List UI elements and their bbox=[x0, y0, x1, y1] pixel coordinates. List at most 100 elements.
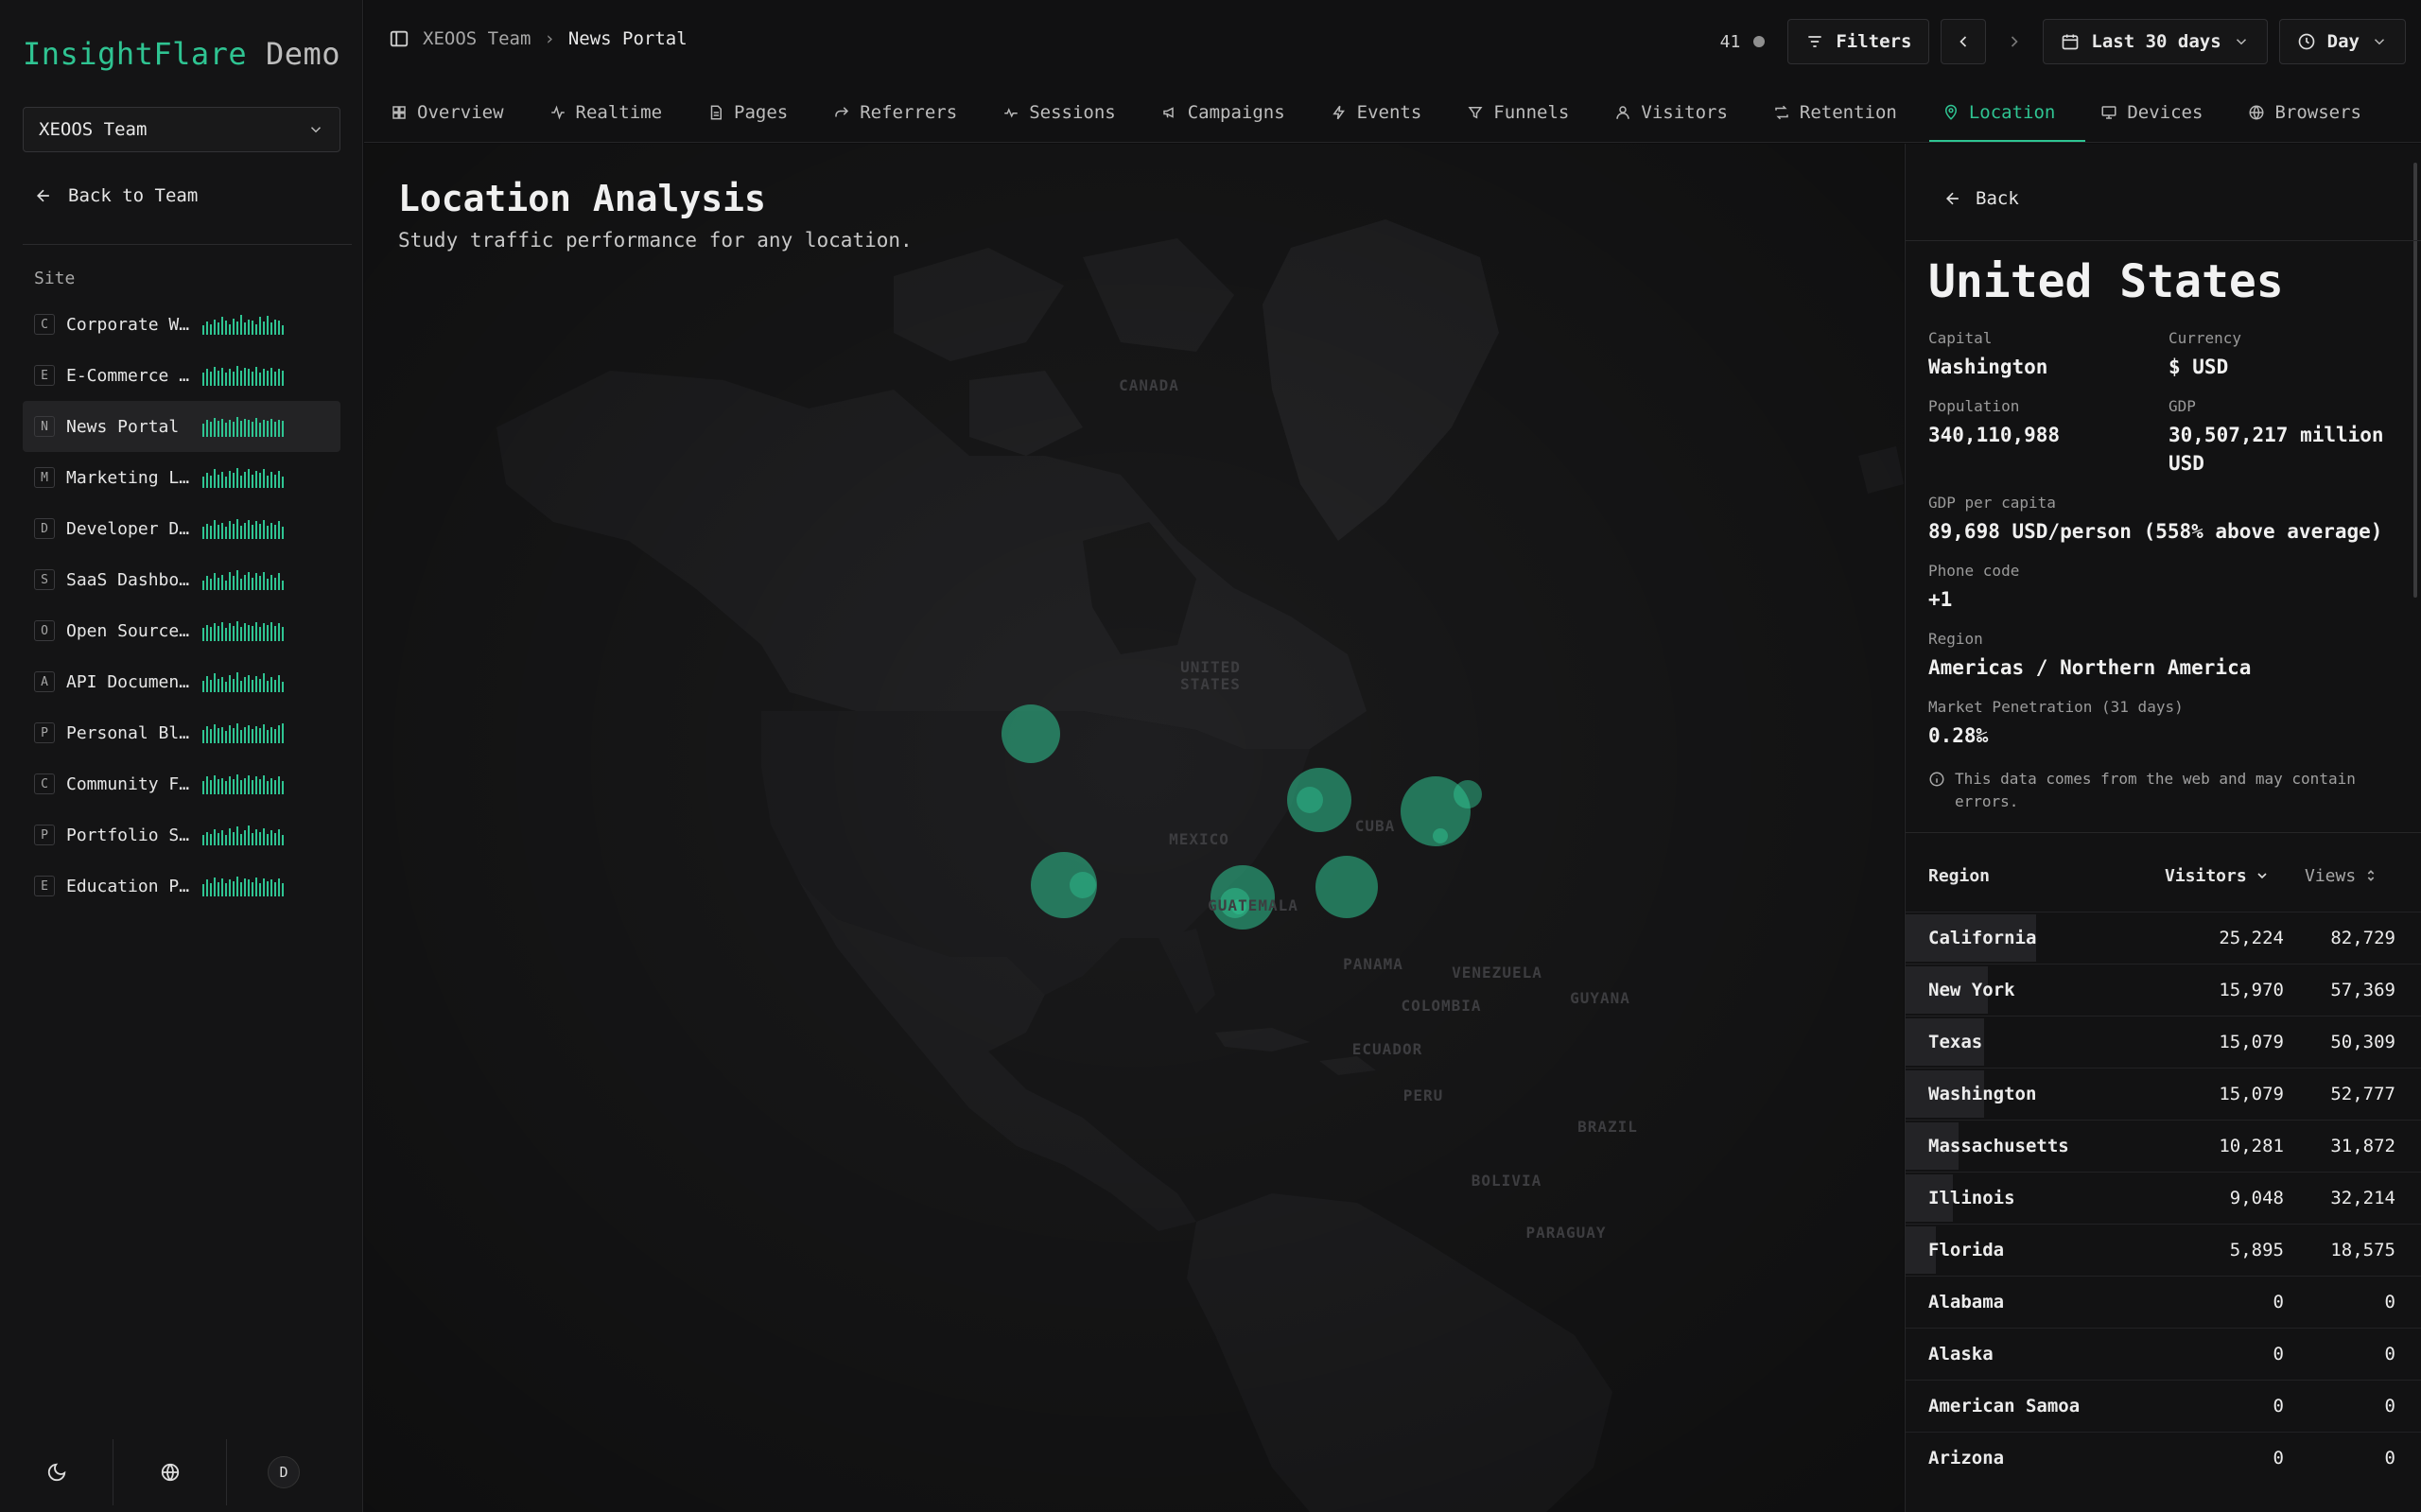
sparkline-bar bbox=[229, 572, 231, 590]
table-row[interactable]: Texas 15,079 50,309 bbox=[1906, 1016, 2421, 1068]
sparkline-bar bbox=[206, 625, 208, 641]
site-item[interactable]: P Personal Bl… bbox=[23, 707, 340, 758]
map-label: PANAMA bbox=[1343, 955, 1403, 973]
panel-scrollbar[interactable] bbox=[2413, 163, 2417, 598]
sparkline-bar bbox=[270, 322, 272, 335]
table-row[interactable]: Florida 5,895 18,575 bbox=[1906, 1224, 2421, 1276]
site-name: Portfolio S… bbox=[66, 825, 190, 845]
bubble-illinois-2[interactable] bbox=[1297, 787, 1323, 813]
col-visitors-sort[interactable]: Visitors bbox=[2165, 866, 2270, 886]
table-row[interactable]: Massachusetts 10,281 31,872 bbox=[1906, 1120, 2421, 1172]
next-period-button[interactable] bbox=[1997, 19, 2031, 64]
fact-region: Region Americas / Northern America bbox=[1928, 630, 2251, 682]
site-item[interactable]: D Developer D… bbox=[23, 503, 340, 554]
site-item[interactable]: S SaaS Dashbo… bbox=[23, 554, 340, 605]
bubble-florida[interactable] bbox=[1315, 856, 1378, 918]
site-item[interactable]: M Marketing L… bbox=[23, 452, 340, 503]
sidebar-divider bbox=[23, 244, 352, 245]
tab-location[interactable]: Location bbox=[1928, 83, 2085, 142]
table-row[interactable]: Illinois 9,048 32,214 bbox=[1906, 1172, 2421, 1224]
site-item[interactable]: P Portfolio S… bbox=[23, 809, 340, 860]
tab-browsers[interactable]: Browsers bbox=[2248, 83, 2382, 142]
sparkline-bar bbox=[225, 781, 227, 794]
language-button[interactable] bbox=[113, 1439, 227, 1505]
sparkline-bar bbox=[221, 727, 223, 743]
tab-retention[interactable]: Retention bbox=[1773, 83, 1918, 142]
user-menu-button[interactable]: D bbox=[227, 1439, 340, 1505]
region-name: Arizona bbox=[1928, 1448, 2005, 1469]
bubble-washington[interactable] bbox=[1001, 704, 1060, 763]
sparkline-bar bbox=[225, 835, 227, 845]
tab-funnels[interactable]: Funnels bbox=[1467, 83, 1590, 142]
sparkline-bar bbox=[240, 834, 242, 845]
site-item[interactable]: C Community F… bbox=[23, 758, 340, 809]
sparkline-bar bbox=[236, 672, 238, 692]
team-select[interactable]: XEOOS Team bbox=[23, 107, 340, 152]
site-sparkline bbox=[202, 467, 284, 488]
sparkline-bar bbox=[270, 830, 272, 845]
tab-devices[interactable]: Devices bbox=[2100, 83, 2223, 142]
tab-pages[interactable]: Pages bbox=[707, 83, 809, 142]
breadcrumb-team[interactable]: XEOOS Team bbox=[423, 28, 531, 49]
tab-overview[interactable]: Overview bbox=[391, 83, 525, 142]
region-name: Alaska bbox=[1928, 1344, 1994, 1364]
sparkline-bar bbox=[270, 778, 272, 794]
sparkline-bar bbox=[282, 723, 284, 743]
site-badge: O bbox=[34, 620, 55, 641]
site-item[interactable]: A API Documen… bbox=[23, 656, 340, 707]
sparkline-bar bbox=[236, 468, 238, 488]
sparkline-bar bbox=[252, 525, 253, 539]
map-label: BOLIVIA bbox=[1471, 1172, 1542, 1190]
tab-referrers[interactable]: Referrers bbox=[833, 83, 978, 142]
panel-back-button[interactable]: Back bbox=[1943, 188, 2019, 209]
brand-logo[interactable]: InsightFlare Demo bbox=[23, 36, 340, 72]
tab-realtime[interactable]: Realtime bbox=[549, 83, 684, 142]
sparkline-bar bbox=[225, 628, 227, 641]
site-name: Corporate W… bbox=[66, 314, 190, 335]
theme-toggle-button[interactable] bbox=[0, 1439, 113, 1505]
table-row[interactable]: Alaska 0 0 bbox=[1906, 1328, 2421, 1380]
sparkline-bar bbox=[210, 729, 212, 743]
table-row[interactable]: Washington 15,079 52,777 bbox=[1906, 1068, 2421, 1120]
sparkline-bar bbox=[278, 675, 280, 692]
site-badge: E bbox=[34, 876, 55, 896]
tab-sessions[interactable]: Sessions bbox=[1002, 83, 1137, 142]
table-row[interactable]: New York 15,970 57,369 bbox=[1906, 964, 2421, 1016]
sparkline-bar bbox=[270, 879, 272, 896]
site-item[interactable]: E Education P… bbox=[23, 860, 340, 912]
col-visitors-label: Visitors bbox=[2165, 865, 2247, 886]
map-area: CANADA UNITED STATES MEXICO CUBA GUATEMALA PA… bbox=[364, 144, 1904, 1512]
sidebar-toggle-icon[interactable] bbox=[389, 28, 409, 49]
sparkline-bar bbox=[248, 420, 250, 437]
col-views-sort[interactable]: Views bbox=[2305, 866, 2378, 886]
table-row[interactable]: Alabama 0 0 bbox=[1906, 1276, 2421, 1328]
sparkline-bar bbox=[202, 325, 204, 335]
date-range-select[interactable]: Last 30 days bbox=[2043, 19, 2268, 64]
sparkline-bar bbox=[202, 781, 204, 794]
fact-phone-code-label: Phone code bbox=[1928, 562, 2020, 580]
granularity-select[interactable]: Day bbox=[2278, 19, 2406, 64]
tab-visitors[interactable]: Visitors bbox=[1614, 83, 1749, 142]
site-item[interactable]: O Open Source… bbox=[23, 605, 340, 656]
bubble-new-york-2[interactable] bbox=[1433, 828, 1448, 843]
sparkline-bar bbox=[206, 676, 208, 692]
fact-capital-label: Capital bbox=[1928, 329, 1993, 347]
filters-button[interactable]: Filters bbox=[1787, 19, 1930, 64]
site-name: Education P… bbox=[66, 876, 190, 896]
site-item[interactable]: E E-Commerce … bbox=[23, 350, 340, 401]
site-sparkline bbox=[202, 876, 284, 896]
region-views: 0 bbox=[2384, 1396, 2395, 1416]
site-list: C Corporate W… E E-Commerce … N News Portal M M… bbox=[23, 299, 340, 912]
bubble-california-2[interactable] bbox=[1070, 872, 1096, 898]
bubble-massachusetts[interactable] bbox=[1454, 780, 1482, 808]
site-item[interactable]: N News Portal bbox=[23, 401, 340, 452]
table-row[interactable]: American Samoa 0 0 bbox=[1906, 1380, 2421, 1432]
table-row[interactable]: Arizona 0 0 bbox=[1906, 1432, 2421, 1484]
tab-campaigns[interactable]: Campaigns bbox=[1161, 83, 1306, 142]
map-label: VENEZUELA bbox=[1452, 964, 1542, 982]
prev-period-button[interactable] bbox=[1941, 19, 1987, 64]
tab-events[interactable]: Events bbox=[1331, 83, 1443, 142]
table-row[interactable]: California 25,224 82,729 bbox=[1906, 912, 2421, 964]
back-to-team-link[interactable]: Back to Team bbox=[34, 185, 198, 206]
site-item[interactable]: C Corporate W… bbox=[23, 299, 340, 350]
